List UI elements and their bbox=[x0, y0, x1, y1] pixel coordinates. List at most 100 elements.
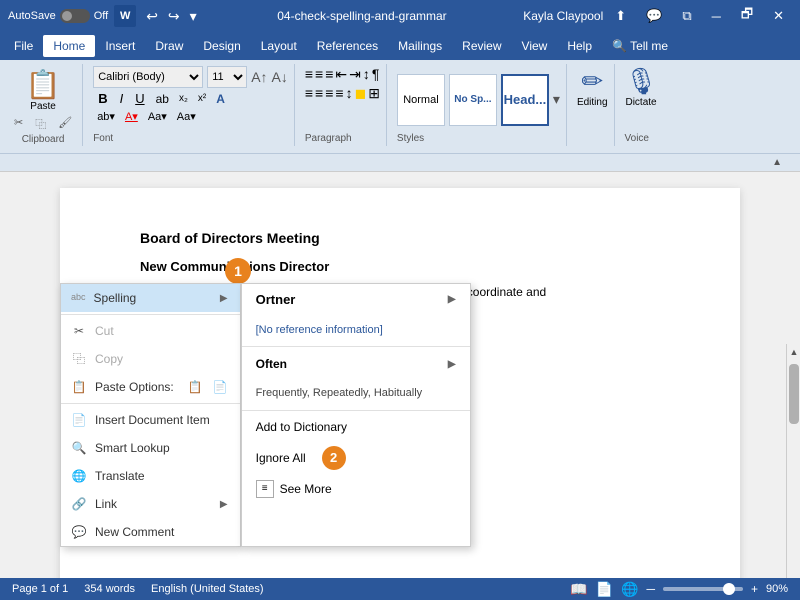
zoom-slider[interactable] bbox=[663, 587, 743, 591]
menu-review[interactable]: Review bbox=[452, 35, 511, 57]
subscript-button[interactable]: x₂ bbox=[175, 92, 192, 105]
ctx-paste-options-item[interactable]: 📋 Paste Options: 📋 📄 bbox=[61, 373, 240, 401]
language[interactable]: English (United States) bbox=[151, 583, 264, 595]
spell-separator1 bbox=[242, 346, 470, 347]
scroll-up-button[interactable]: ▲ bbox=[787, 344, 800, 360]
borders-button[interactable]: ⊞ bbox=[368, 85, 380, 102]
autosave-toggle[interactable] bbox=[60, 9, 90, 23]
font-color-button[interactable]: A▾ bbox=[121, 109, 142, 124]
menu-draw[interactable]: Draw bbox=[145, 35, 193, 57]
format-painter-button[interactable]: 🖌 bbox=[54, 114, 76, 134]
spell-word-item[interactable]: Ortner ▶ bbox=[242, 284, 470, 316]
read-mode-button[interactable]: 📖 bbox=[570, 581, 587, 598]
font-size-select[interactable]: 11 bbox=[207, 66, 247, 88]
menu-mailings[interactable]: Mailings bbox=[388, 35, 452, 57]
status-right: 📖 📄 🌐 ─ + 90% bbox=[570, 581, 788, 598]
restore-button[interactable]: 🗗 bbox=[733, 3, 761, 29]
ctx-copy-item[interactable]: ⿻ Copy bbox=[61, 345, 240, 373]
customize-btn[interactable]: ▾ bbox=[186, 6, 201, 27]
menu-help[interactable]: Help bbox=[557, 35, 602, 57]
paragraph-group: ≡ ≡ ≡ ⇤ ⇥ ↕ ¶ ≡ ≡ ≡ ≡ ↕ ◼ ⊞ Paragraph bbox=[299, 64, 387, 146]
heading2-style[interactable]: Head... bbox=[501, 74, 549, 126]
strikethrough-button[interactable]: ab bbox=[152, 91, 173, 107]
show-marks-button[interactable]: ¶ bbox=[372, 66, 380, 83]
cut-button[interactable]: ✂ bbox=[10, 114, 27, 134]
italic-button[interactable]: I bbox=[115, 90, 129, 107]
styles-more-button[interactable]: ▾ bbox=[553, 91, 560, 108]
menu-references[interactable]: References bbox=[307, 35, 388, 57]
ctx-translate-item[interactable]: 🌐 Translate bbox=[61, 462, 240, 490]
increase-indent-button[interactable]: ⇥ bbox=[349, 66, 361, 83]
share-button[interactable]: ⬆ bbox=[607, 6, 634, 26]
collapse-ribbon-button[interactable]: ▲ bbox=[772, 157, 782, 168]
document-page[interactable]: 1 Board of Directors Meeting New Communi… bbox=[60, 188, 740, 592]
ctx-insert-doc-item[interactable]: 📄 Insert Document Item bbox=[61, 406, 240, 434]
ctx-copy-label: Copy bbox=[95, 350, 123, 368]
page-info[interactable]: Page 1 of 1 bbox=[12, 583, 68, 595]
menu-tell-me[interactable]: 🔍 Tell me bbox=[602, 35, 678, 57]
font-name-select[interactable]: Calibri (Body) bbox=[93, 66, 203, 88]
bold-button[interactable]: B bbox=[93, 90, 112, 107]
decrease-indent-button[interactable]: ⇤ bbox=[335, 66, 347, 83]
increase-font-button[interactable]: A↑ bbox=[251, 69, 267, 85]
ctx-spelling-label: Spelling bbox=[94, 289, 137, 307]
menu-insert[interactable]: Insert bbox=[95, 35, 145, 57]
heading1-style[interactable]: No Sp... bbox=[449, 74, 497, 126]
align-center-button[interactable]: ≡ bbox=[315, 85, 323, 102]
editing-button[interactable]: ✏ Editing bbox=[577, 66, 608, 108]
line-spacing-button[interactable]: ↕ bbox=[346, 85, 353, 102]
justify-button[interactable]: ≡ bbox=[335, 85, 343, 102]
close-button[interactable]: ✕ bbox=[765, 6, 792, 26]
scroll-thumb[interactable] bbox=[789, 364, 799, 424]
text-effects-button[interactable]: A bbox=[212, 91, 229, 107]
paste-button[interactable]: 📋 Paste bbox=[24, 66, 63, 114]
title-bar-right: Kayla Claypool ⬆ 💬 ⧉ ─ 🗗 ✕ bbox=[523, 3, 792, 29]
multilevel-button[interactable]: ≡ bbox=[325, 66, 333, 83]
normal-style[interactable]: Normal bbox=[397, 74, 445, 126]
bullets-button[interactable]: ≡ bbox=[305, 66, 313, 83]
word-count[interactable]: 354 words bbox=[84, 583, 135, 595]
superscript-button[interactable]: x² bbox=[194, 92, 210, 105]
ctx-new-comment-item[interactable]: 💬 New Comment bbox=[61, 518, 240, 546]
copy-button[interactable]: ⿻ bbox=[31, 114, 50, 134]
spell-see-more-item[interactable]: ≡ See More bbox=[242, 475, 470, 503]
zoom-level[interactable]: 90% bbox=[766, 583, 788, 595]
menu-layout[interactable]: Layout bbox=[251, 35, 307, 57]
ctx-cut-item[interactable]: ✂ Cut bbox=[61, 317, 240, 345]
menu-file[interactable]: File bbox=[4, 35, 43, 57]
print-layout-button[interactable]: 📄 bbox=[596, 581, 613, 598]
menu-view[interactable]: View bbox=[512, 35, 558, 57]
align-left-button[interactable]: ≡ bbox=[305, 85, 313, 102]
minimize-button[interactable]: ─ bbox=[704, 7, 729, 26]
spell-ignore-item[interactable]: Ignore All 2 bbox=[242, 441, 470, 475]
spell-often-item[interactable]: Often ▶ bbox=[242, 349, 470, 379]
shading-button[interactable]: ◼ bbox=[355, 85, 367, 102]
spell-add-item[interactable]: Add to Dictionary bbox=[242, 413, 470, 441]
ctx-link-item[interactable]: 🔗 Link ▶ bbox=[61, 490, 240, 518]
redo-button[interactable]: ↪ bbox=[164, 6, 184, 27]
vertical-scrollbar[interactable]: ▲ ▼ bbox=[786, 344, 800, 592]
ribbon-display-button[interactable]: ⧉ bbox=[674, 6, 699, 26]
dictate-button[interactable]: 🎙 Dictate bbox=[625, 66, 658, 108]
numbering-button[interactable]: ≡ bbox=[315, 66, 323, 83]
menu-home[interactable]: Home bbox=[43, 35, 95, 57]
undo-button[interactable]: ↩ bbox=[142, 6, 162, 27]
ctx-smart-lookup-item[interactable]: 🔍 Smart Lookup bbox=[61, 434, 240, 462]
change-case-button[interactable]: Aa▾ bbox=[173, 109, 200, 124]
zoom-in-button[interactable]: + bbox=[751, 582, 758, 596]
align-right-button[interactable]: ≡ bbox=[325, 85, 333, 102]
menu-design[interactable]: Design bbox=[193, 35, 250, 57]
paste-label: Paste bbox=[30, 101, 56, 112]
word-icon: W bbox=[114, 5, 136, 27]
font-group: Calibri (Body) 11 A↑ A↓ B I U ab x₂ x² A… bbox=[87, 64, 295, 146]
styles-label: Styles bbox=[397, 133, 560, 144]
sort-button[interactable]: ↕ bbox=[363, 66, 370, 83]
clear-format-button[interactable]: Aa▾ bbox=[144, 109, 171, 124]
web-layout-button[interactable]: 🌐 bbox=[621, 581, 638, 598]
ctx-spelling-item[interactable]: abc Spelling ▶ bbox=[61, 284, 240, 312]
highlight-button[interactable]: ab▾ bbox=[93, 109, 119, 124]
underline-button[interactable]: U bbox=[130, 90, 149, 107]
zoom-out-button[interactable]: ─ bbox=[646, 582, 655, 596]
decrease-font-button[interactable]: A↓ bbox=[272, 69, 288, 85]
comments-button[interactable]: 💬 bbox=[638, 6, 670, 26]
